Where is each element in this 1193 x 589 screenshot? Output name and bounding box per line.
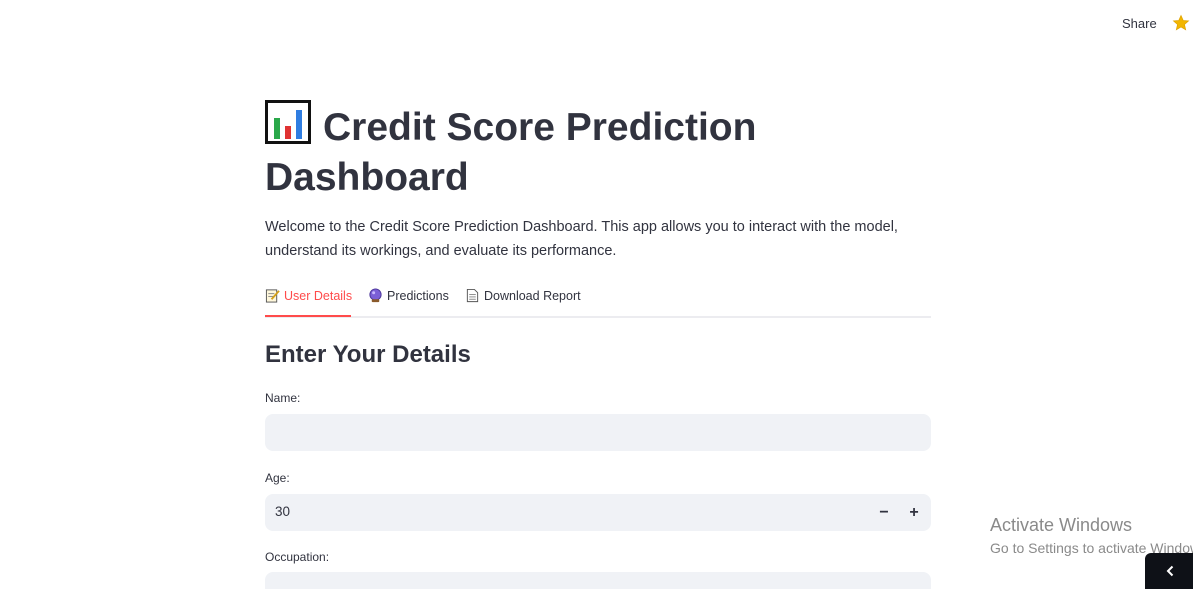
share-button[interactable]: Share <box>1122 16 1157 31</box>
section-title: Enter Your Details <box>265 341 471 368</box>
crystal-ball-icon <box>369 288 382 303</box>
tab-predictions[interactable]: Predictions <box>368 288 449 318</box>
tab-bar: User Details Predictions Download Report <box>265 284 931 318</box>
star-icon[interactable] <box>1172 14 1190 32</box>
age-value[interactable]: 30 <box>275 504 290 519</box>
activate-windows-title: Activate Windows <box>990 515 1133 535</box>
tab-download-report[interactable]: Download Report <box>465 288 581 318</box>
page-title: Credit Score Prediction Dashboard <box>265 100 931 203</box>
age-number-input[interactable]: 30 − + <box>265 494 931 531</box>
occupation-input[interactable] <box>265 572 931 589</box>
age-decrement-button[interactable]: − <box>869 494 899 531</box>
bar-chart-icon <box>265 100 311 144</box>
name-label: Name: <box>265 391 301 405</box>
occupation-label: Occupation: <box>265 550 330 564</box>
name-input[interactable] <box>265 414 931 451</box>
top-toolbar: Share <box>0 0 1193 48</box>
page-title-text: Credit Score Prediction Dashboard <box>265 106 757 199</box>
collapse-button[interactable] <box>1145 553 1193 589</box>
chevron-left-icon <box>1166 565 1174 577</box>
memo-icon <box>265 289 280 303</box>
tab-predictions-label: Predictions <box>387 289 449 303</box>
active-tab-indicator <box>265 315 351 317</box>
age-label: Age: <box>265 471 290 485</box>
page-description: Welcome to the Credit Score Prediction D… <box>265 219 898 259</box>
tab-user-details[interactable]: User Details <box>265 288 352 318</box>
age-increment-button[interactable]: + <box>899 494 929 531</box>
tab-download-report-label: Download Report <box>484 289 581 303</box>
tab-user-details-label: User Details <box>284 289 353 303</box>
document-icon <box>466 288 479 303</box>
